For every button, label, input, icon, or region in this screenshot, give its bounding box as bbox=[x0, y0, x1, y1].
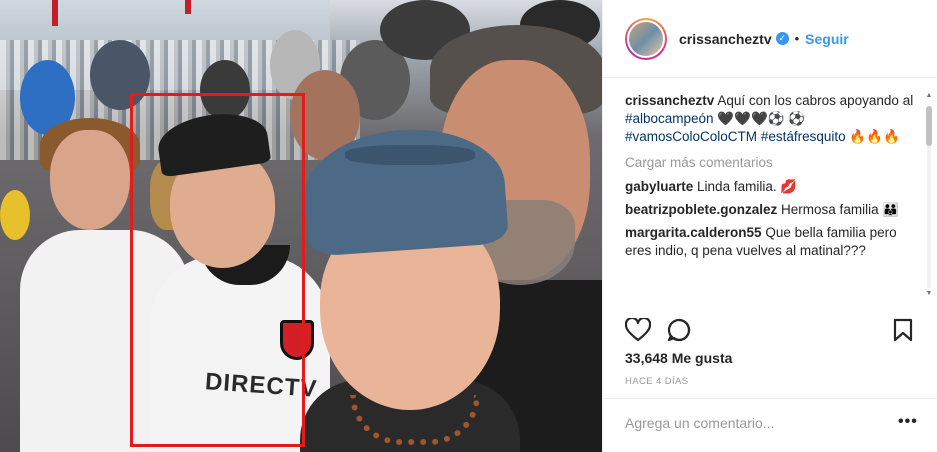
likes-count[interactable]: 33,648 Me gusta bbox=[625, 350, 732, 366]
comment-text: Linda familia. 💋 bbox=[697, 179, 798, 194]
hashtag-link[interactable]: #vamosColoColoCTM bbox=[625, 129, 757, 144]
instagram-post: DIRECTV crissancheztv ✓ • Seguir crissan… bbox=[0, 0, 937, 452]
avatar[interactable] bbox=[625, 17, 667, 60]
scroll-down-arrow-icon[interactable]: ▼ bbox=[925, 290, 933, 297]
kid-cap-band bbox=[345, 145, 475, 165]
follow-button[interactable]: Seguir bbox=[805, 31, 849, 47]
post-timestamp[interactable]: HACE 4 DÍAS bbox=[625, 376, 689, 387]
comments-list[interactable]: crissancheztv Aquí con los cabros apoyan… bbox=[625, 92, 915, 304]
caption: crissancheztv Aquí con los cabros apoyan… bbox=[625, 92, 915, 146]
post-header: crissancheztv ✓ • Seguir bbox=[603, 0, 937, 78]
comment-username[interactable]: margarita.calderon55 bbox=[625, 225, 762, 240]
header-separator: • bbox=[794, 31, 800, 46]
red-flag bbox=[52, 0, 58, 26]
load-more-comments-button[interactable]: Cargar más comentarios bbox=[625, 154, 915, 172]
username-link[interactable]: crissancheztv bbox=[679, 31, 772, 47]
caption-username[interactable]: crissancheztv bbox=[625, 93, 714, 108]
comment-input[interactable] bbox=[625, 415, 885, 431]
comment-item: beatrizpoblete.gonzalez Hermosa familia … bbox=[625, 201, 915, 219]
comment-username[interactable]: beatrizpoblete.gonzalez bbox=[625, 202, 777, 217]
comment-item: margarita.calderon55 Que bella familia p… bbox=[625, 224, 915, 260]
scroll-thumb[interactable] bbox=[926, 106, 932, 146]
post-actions bbox=[624, 316, 917, 345]
add-comment-bar: ••• bbox=[603, 398, 937, 452]
red-flag bbox=[185, 0, 191, 14]
crowd-person bbox=[0, 190, 30, 240]
hashtag-link[interactable]: #albocampeón bbox=[625, 111, 714, 126]
avatar-image bbox=[627, 19, 665, 58]
heart-icon[interactable] bbox=[624, 316, 652, 345]
comment-bubble-icon[interactable] bbox=[667, 318, 691, 345]
comments-scrollbar[interactable]: ▲ ▼ bbox=[925, 92, 933, 302]
comment-text: Hermosa familia 👪 bbox=[781, 202, 900, 217]
comment-item: gabyluarte Linda familia. 💋 bbox=[625, 178, 915, 196]
verified-badge-icon: ✓ bbox=[775, 32, 789, 45]
scroll-up-arrow-icon[interactable]: ▲ bbox=[925, 92, 933, 99]
caption-segment: Aquí con los cabros apoyando al bbox=[714, 93, 914, 108]
caption-segment: 🖤🖤🖤⚽ ⚽ bbox=[713, 111, 806, 126]
comment-username[interactable]: gabyluarte bbox=[625, 179, 693, 194]
post-side-panel: crissancheztv ✓ • Seguir crissancheztv A… bbox=[602, 0, 937, 452]
hashtag-link[interactable]: #estáfresquito bbox=[761, 129, 846, 144]
more-options-button[interactable]: ••• bbox=[898, 413, 918, 431]
left-boy-face bbox=[50, 130, 130, 230]
bookmark-icon[interactable] bbox=[893, 318, 913, 345]
caption-segment: 🔥🔥🔥 bbox=[845, 129, 900, 144]
post-photo[interactable]: DIRECTV bbox=[0, 0, 602, 452]
highlight-box bbox=[130, 93, 305, 447]
